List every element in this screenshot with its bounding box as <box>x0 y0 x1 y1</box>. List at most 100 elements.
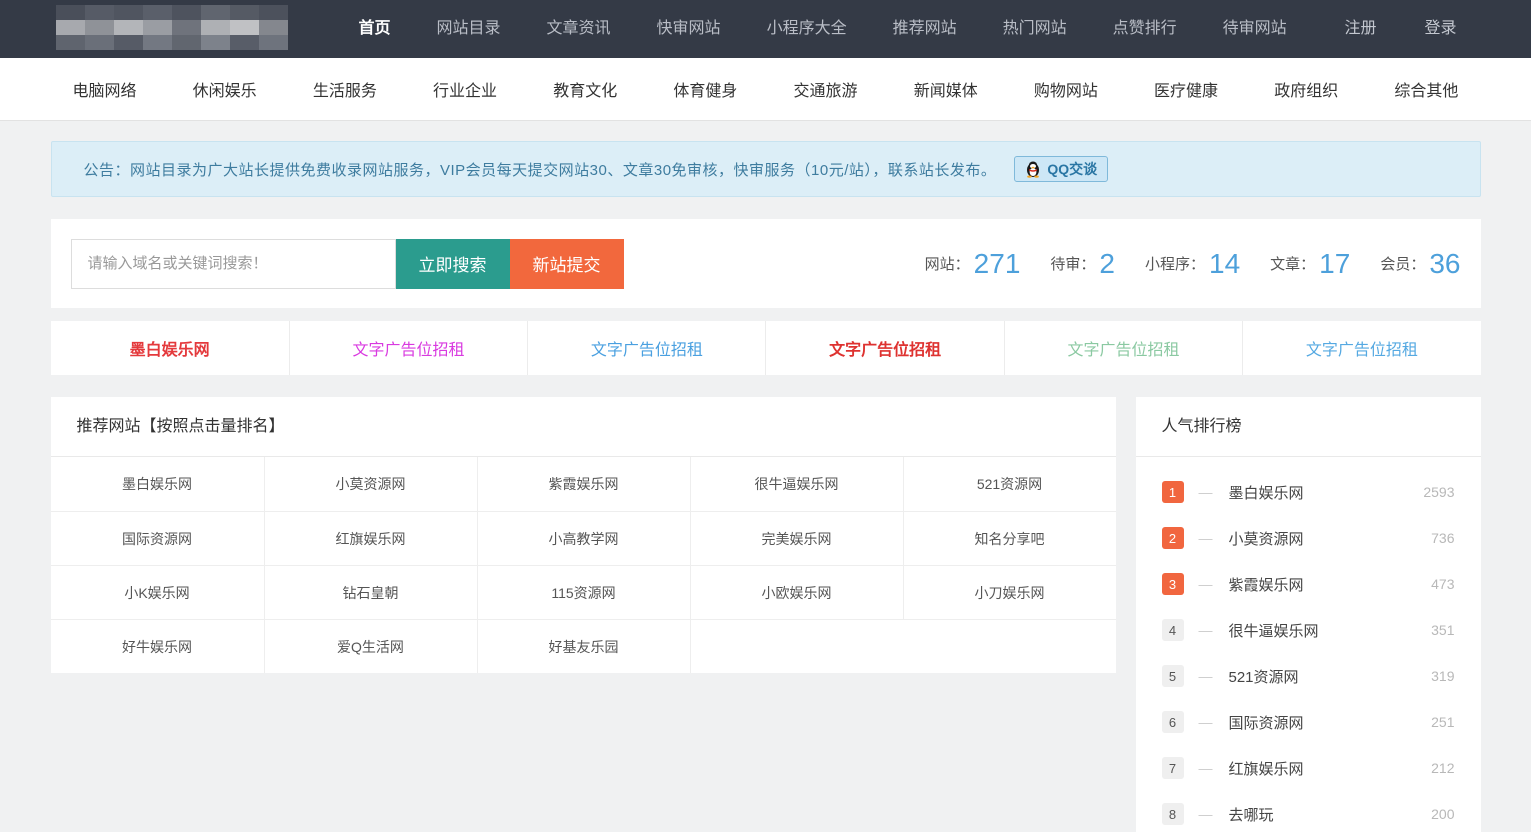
rank-badge: 3 <box>1162 573 1184 595</box>
stat-2: 小程序：14 <box>1145 248 1240 280</box>
rank-click-count: 200 <box>1431 806 1454 822</box>
text-ad-link-5[interactable]: 文字广告位招租 <box>1242 321 1480 375</box>
site-link[interactable]: 115资源网 <box>477 565 690 619</box>
qq-chat-button[interactable]: QQ交谈 <box>1014 156 1108 182</box>
rank-click-count: 251 <box>1431 714 1454 730</box>
text-ad-link-3[interactable]: 文字广告位招租 <box>765 321 1003 375</box>
rank-site-link[interactable]: 紫霞娱乐网 <box>1229 574 1304 595</box>
category-item-7[interactable]: 新闻媒体 <box>914 77 978 101</box>
site-link[interactable]: 小刀娱乐网 <box>903 565 1116 619</box>
logo-pixel <box>143 5 172 20</box>
stat-value: 2 <box>1099 248 1115 280</box>
rank-trend-dash: — <box>1199 576 1213 592</box>
auth-nav: 注册登录 <box>1320 0 1480 58</box>
site-link[interactable]: 小K娱乐网 <box>51 565 264 619</box>
logo-pixel <box>201 5 230 20</box>
stat-value: 36 <box>1429 248 1460 280</box>
site-link[interactable]: 小欧娱乐网 <box>690 565 903 619</box>
rank-site-link[interactable]: 很牛逼娱乐网 <box>1229 620 1319 641</box>
rank-row: 3—紫霞娱乐网473 <box>1136 561 1481 607</box>
category-bar: 电脑网络 休闲娱乐 生活服务 行业企业 教育文化 体育健身 交通旅游 新闻媒体 购物网站 医疗健康… <box>0 58 1531 121</box>
register-link[interactable]: 注册 <box>1320 0 1400 58</box>
category-item-11[interactable]: 综合其他 <box>1394 77 1458 101</box>
rank-click-count: 351 <box>1431 622 1454 638</box>
site-link[interactable]: 好基友乐园 <box>477 619 690 673</box>
nav-item-0[interactable]: 首页 <box>336 0 414 58</box>
logo-pixel <box>230 20 259 35</box>
stat-1: 待审：2 <box>1050 248 1115 280</box>
site-link[interactable]: 521资源网 <box>903 457 1116 511</box>
logo-pixel <box>230 35 259 50</box>
category-item-2[interactable]: 生活服务 <box>313 77 377 101</box>
main-nav: 首页网站目录文章资讯快审网站小程序大全推荐网站热门网站点赞排行待审网站 <box>336 0 1310 58</box>
site-link[interactable]: 好牛娱乐网 <box>51 619 264 673</box>
site-link[interactable]: 小高教学网 <box>477 511 690 565</box>
nav-item-2[interactable]: 文章资讯 <box>524 0 634 58</box>
rank-trend-dash: — <box>1199 668 1213 684</box>
submit-site-button[interactable]: 新站提交 <box>510 239 624 289</box>
text-ad-link-0[interactable]: 墨白娱乐网 <box>51 321 289 375</box>
text-ad-link-2[interactable]: 文字广告位招租 <box>527 321 765 375</box>
rank-badge: 6 <box>1162 711 1184 733</box>
rank-site-link[interactable]: 墨白娱乐网 <box>1229 482 1304 503</box>
stat-label: 小程序： <box>1145 253 1205 274</box>
stat-value: 271 <box>974 248 1021 280</box>
text-ad-link-4[interactable]: 文字广告位招租 <box>1004 321 1242 375</box>
logo-pixel <box>172 35 201 50</box>
category-item-8[interactable]: 购物网站 <box>1034 77 1098 101</box>
site-link[interactable]: 爱Q生活网 <box>264 619 477 673</box>
stat-0: 网站：271 <box>925 248 1021 280</box>
rank-click-count: 212 <box>1431 760 1454 776</box>
site-link[interactable]: 很牛逼娱乐网 <box>690 457 903 511</box>
rank-site-link[interactable]: 521资源网 <box>1229 666 1299 687</box>
site-logo[interactable] <box>56 5 288 50</box>
rank-site-link[interactable]: 小莫资源网 <box>1229 528 1304 549</box>
recommended-sites-grid: 墨白娱乐网小莫资源网紫霞娱乐网很牛逼娱乐网521资源网国际资源网红旗娱乐网小高教… <box>51 457 1116 673</box>
stat-label: 会员： <box>1380 253 1425 274</box>
rank-site-link[interactable]: 去哪玩 <box>1229 804 1274 825</box>
nav-item-3[interactable]: 快审网站 <box>634 0 744 58</box>
site-link[interactable]: 钻石皇朝 <box>264 565 477 619</box>
login-link[interactable]: 登录 <box>1400 0 1480 58</box>
nav-item-4[interactable]: 小程序大全 <box>744 0 870 58</box>
site-link[interactable]: 红旗娱乐网 <box>264 511 477 565</box>
nav-item-7[interactable]: 点赞排行 <box>1090 0 1200 58</box>
nav-item-1[interactable]: 网站目录 <box>414 0 524 58</box>
site-link[interactable]: 完美娱乐网 <box>690 511 903 565</box>
rank-site-link[interactable]: 红旗娱乐网 <box>1229 758 1304 779</box>
logo-pixel <box>259 20 288 35</box>
rank-row: 8—去哪玩200 <box>1136 791 1481 832</box>
category-item-3[interactable]: 行业企业 <box>433 77 497 101</box>
logo-pixel <box>259 5 288 20</box>
search-button[interactable]: 立即搜索 <box>396 239 510 289</box>
site-link[interactable]: 墨白娱乐网 <box>51 457 264 511</box>
logo-pixel <box>85 35 114 50</box>
site-link[interactable]: 紫霞娱乐网 <box>477 457 690 511</box>
category-item-10[interactable]: 政府组织 <box>1274 77 1338 101</box>
category-item-0[interactable]: 电脑网络 <box>73 77 137 101</box>
category-item-1[interactable]: 休闲娱乐 <box>193 77 257 101</box>
empty-cell <box>690 619 903 673</box>
nav-item-8[interactable]: 待审网站 <box>1200 0 1310 58</box>
site-link[interactable]: 小莫资源网 <box>264 457 477 511</box>
rank-badge: 7 <box>1162 757 1184 779</box>
rank-badge: 1 <box>1162 481 1184 503</box>
category-item-4[interactable]: 教育文化 <box>553 77 617 101</box>
nav-item-6[interactable]: 热门网站 <box>980 0 1090 58</box>
category-item-5[interactable]: 体育健身 <box>673 77 737 101</box>
logo-pixel <box>201 20 230 35</box>
category-item-9[interactable]: 医疗健康 <box>1154 77 1218 101</box>
search-input[interactable] <box>71 239 396 289</box>
rank-site-link[interactable]: 国际资源网 <box>1229 712 1304 733</box>
site-link[interactable]: 知名分享吧 <box>903 511 1116 565</box>
category-item-6[interactable]: 交通旅游 <box>794 77 858 101</box>
recommended-sites-title: 推荐网站【按照点击量排名】 <box>51 397 1116 457</box>
site-link[interactable]: 国际资源网 <box>51 511 264 565</box>
stat-value: 17 <box>1319 248 1350 280</box>
logo-pixel <box>56 20 85 35</box>
rank-row: 2—小莫资源网736 <box>1136 515 1481 561</box>
logo-pixel <box>172 5 201 20</box>
nav-item-5[interactable]: 推荐网站 <box>870 0 980 58</box>
text-ad-link-1[interactable]: 文字广告位招租 <box>289 321 527 375</box>
rank-row: 7—红旗娱乐网212 <box>1136 745 1481 791</box>
